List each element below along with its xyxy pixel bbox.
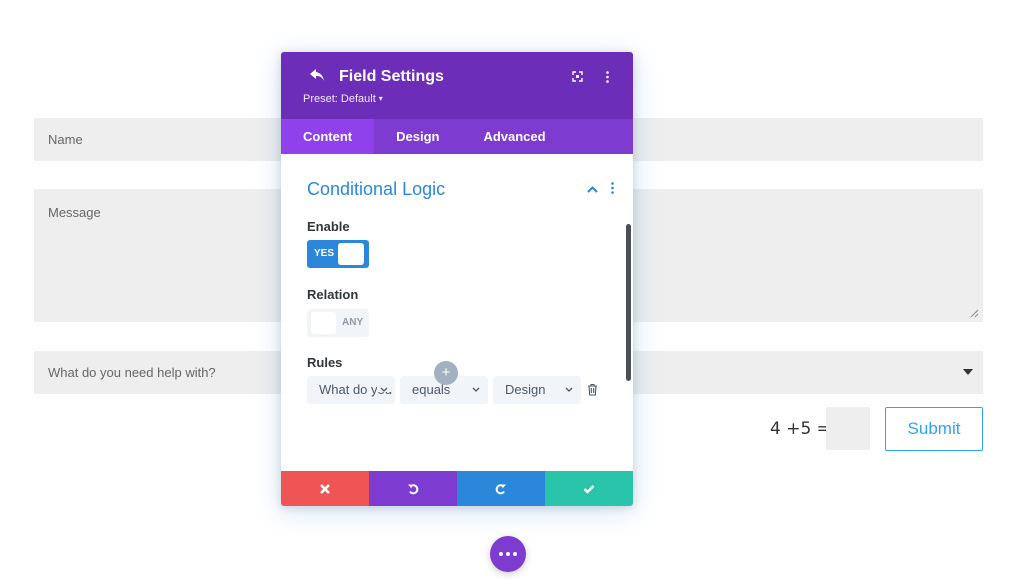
- dot: [506, 552, 510, 556]
- rule-value-value: Design: [505, 382, 546, 397]
- relation-label: Relation: [307, 287, 359, 302]
- section-title[interactable]: Conditional Logic: [307, 179, 445, 200]
- chevron-up-icon[interactable]: [587, 186, 598, 193]
- relation-toggle-text: ANY: [342, 317, 364, 328]
- back-arrow-icon[interactable]: [309, 68, 325, 82]
- focus-mode-icon[interactable]: [572, 71, 583, 82]
- message-placeholder: Message: [48, 205, 101, 220]
- preset-caret-icon: ▾: [378, 94, 383, 103]
- chevron-down-icon: [565, 387, 573, 392]
- chevron-down-icon: [377, 387, 391, 392]
- trash-icon[interactable]: [587, 383, 598, 396]
- preset-label: Preset: Default: [303, 93, 376, 105]
- tab-design[interactable]: Design: [374, 119, 461, 154]
- save-button[interactable]: [545, 471, 633, 506]
- dot: [513, 552, 517, 556]
- enable-label: Enable: [307, 219, 350, 234]
- vertical-dots-icon[interactable]: [611, 182, 614, 194]
- add-rule-button[interactable]: +: [434, 361, 458, 385]
- select-caret-icon: [963, 369, 973, 375]
- chevron-down-icon: [472, 387, 480, 392]
- captcha-label: 4 +5 =: [770, 419, 831, 439]
- modal-body: Conditional Logic Enable YES Relation AN…: [281, 154, 633, 471]
- modal-title: Field Settings: [339, 68, 444, 85]
- vertical-dots-icon[interactable]: [606, 71, 609, 83]
- tab-content[interactable]: Content: [281, 119, 375, 154]
- checkmark-icon: [583, 484, 595, 494]
- undo-button[interactable]: [369, 471, 457, 506]
- redo-button[interactable]: [457, 471, 545, 506]
- scrollbar[interactable]: [626, 224, 631, 381]
- toggle-knob: [338, 243, 364, 265]
- settings-tabs: Content Design Advanced: [281, 119, 633, 154]
- more-options-button[interactable]: [490, 536, 526, 572]
- page: Name Message What do you need help with?…: [0, 0, 1024, 579]
- enable-toggle[interactable]: YES: [307, 240, 369, 268]
- resize-grip-icon[interactable]: [970, 309, 979, 318]
- redo-icon: [495, 483, 506, 494]
- modal-header: Field Settings Preset: Default ▾: [281, 52, 633, 119]
- cancel-button[interactable]: [281, 471, 369, 506]
- help-select-placeholder: What do you need help with?: [48, 365, 216, 380]
- captcha-input[interactable]: [826, 407, 870, 450]
- rule-value-select[interactable]: Design: [493, 376, 581, 404]
- submit-button[interactable]: Submit: [885, 407, 983, 451]
- preset-dropdown[interactable]: Preset: Default ▾: [303, 93, 383, 105]
- relation-toggle[interactable]: ANY: [307, 309, 369, 337]
- enable-toggle-text: YES: [314, 248, 335, 259]
- dot: [499, 552, 503, 556]
- tab-advanced[interactable]: Advanced: [461, 119, 567, 154]
- rules-label: Rules: [307, 355, 343, 370]
- modal-footer: [281, 471, 633, 506]
- rule-field-select[interactable]: What do you need help with?: [307, 376, 395, 404]
- field-settings-modal: Field Settings Preset: Default ▾ Content …: [281, 52, 633, 506]
- undo-icon: [408, 483, 419, 494]
- close-icon: [320, 483, 330, 494]
- toggle-knob: [311, 312, 336, 334]
